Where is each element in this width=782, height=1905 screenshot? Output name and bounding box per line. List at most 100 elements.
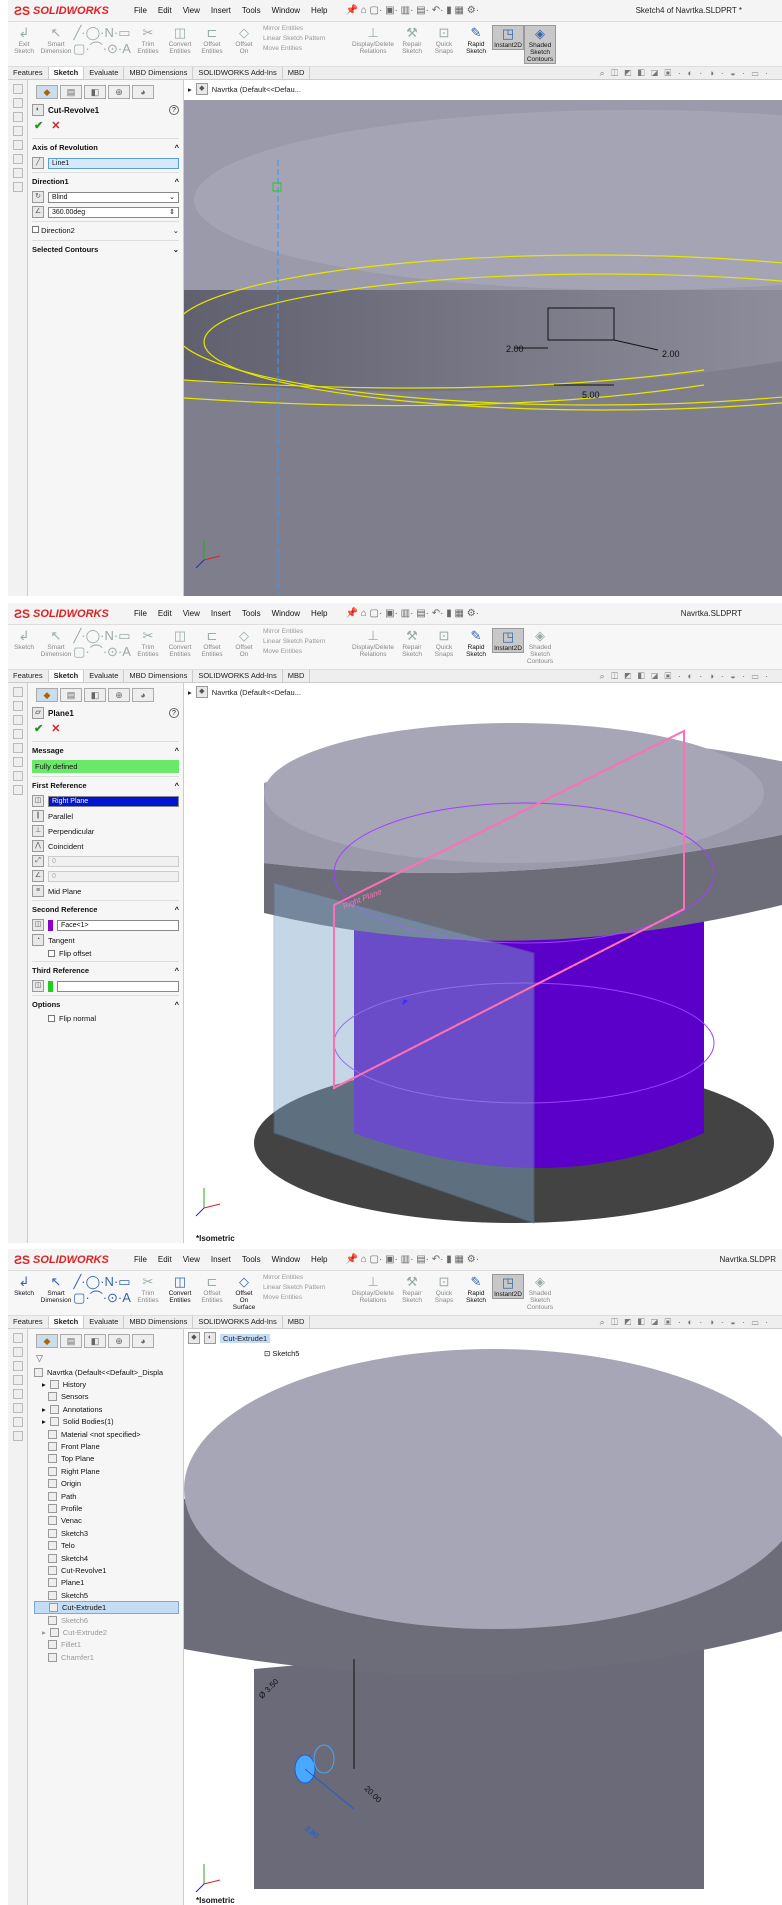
repair-sketch-button[interactable]: ⚒ Repair Sketch bbox=[396, 25, 428, 55]
tree-item-selected[interactable]: Cut-Extrude1 bbox=[34, 1601, 179, 1614]
mirror-entities-button[interactable]: Mirror Entities bbox=[263, 1274, 350, 1281]
offset-on-surface-button[interactable]: ◇ Offset On Surface bbox=[228, 1274, 260, 1311]
third-reference-header[interactable]: Third Reference ^ bbox=[32, 961, 179, 977]
rapid-sketch-button[interactable]: ✎ Rapid Sketch bbox=[460, 628, 492, 658]
tab-mbd-dimensions[interactable]: MBD Dimensions bbox=[124, 67, 194, 79]
tree-item[interactable]: Venac bbox=[34, 1515, 179, 1527]
tree-item[interactable]: ▸ Annotations bbox=[34, 1403, 179, 1415]
smart-dimension-button[interactable]: ↖ Smart Dimension bbox=[40, 628, 72, 658]
quick-access-toolbar[interactable]: 📌 ⌂ ▢· ▣· ▥· ▤· ↶· ▮ ▦ ⚙· bbox=[346, 5, 480, 16]
tab-addins[interactable]: SOLIDWORKS Add-Ins bbox=[193, 1316, 283, 1328]
third-reference-box[interactable] bbox=[57, 980, 179, 992]
graphics-area[interactable]: ◆ ◐ Cut-Extrude1 ⊡ Sketch5 Ø 3.50 20.00 3.… bbox=[184, 1329, 782, 1905]
move-entities-button[interactable]: Move Entities bbox=[263, 1294, 350, 1301]
dimxpert-tab-icon[interactable]: ⊕ bbox=[108, 1334, 130, 1348]
tab-mbd[interactable]: MBD bbox=[283, 1316, 311, 1328]
shaded-sketch-contours-button[interactable]: ◈ Shaded Sketch Contours bbox=[524, 628, 556, 665]
reverse-direction-icon[interactable]: ↻ bbox=[32, 191, 44, 203]
rapid-sketch-button[interactable]: ✎ Rapid Sketch bbox=[460, 25, 492, 55]
quick-snaps-button[interactable]: ⊡ Quick Snaps bbox=[428, 1274, 460, 1304]
tab-features[interactable]: Features bbox=[8, 1316, 49, 1328]
menu-help[interactable]: Help bbox=[311, 609, 327, 618]
heads-up-view-toolbar[interactable]: ⌕ ◫ ◩ ◧ ◪ ▣ · ◐ · ◑ · ◒ · ▭ · bbox=[600, 1317, 770, 1328]
second-reference-box[interactable]: Face<1> bbox=[57, 919, 179, 931]
sketch-entities-tools[interactable]: ╱·◯·Ν·▭ ▢·⌒·⊙·Α bbox=[72, 1274, 132, 1306]
tab-sketch[interactable]: Sketch bbox=[48, 670, 85, 682]
axis-selection-box[interactable]: Line1 bbox=[48, 157, 179, 169]
quick-snaps-button[interactable]: ⊡ Quick Snaps bbox=[428, 628, 460, 658]
tree-item[interactable]: Sketch3 bbox=[34, 1527, 179, 1539]
linear-pattern-button[interactable]: Linear Sketch Pattern bbox=[263, 1284, 350, 1291]
filter-icon[interactable]: ▽ bbox=[36, 1353, 179, 1364]
property-manager-tab-icon[interactable]: ▤ bbox=[60, 688, 82, 702]
flip-normal-checkbox[interactable] bbox=[48, 1015, 55, 1022]
sketch-button[interactable]: ↲ Sketch bbox=[8, 1274, 40, 1297]
configuration-manager-tab-icon[interactable]: ◧ bbox=[84, 688, 106, 702]
ok-button[interactable]: ✔ bbox=[34, 119, 43, 132]
instant2d-button[interactable]: ◳ Instant2D bbox=[492, 1274, 524, 1299]
trim-entities-button[interactable]: ✂ Trim Entities bbox=[132, 25, 164, 55]
tab-features[interactable]: Features bbox=[8, 670, 49, 682]
tab-addins[interactable]: SOLIDWORKS Add-Ins bbox=[193, 67, 283, 79]
menu-insert[interactable]: Insert bbox=[211, 609, 231, 618]
end-condition-select[interactable]: Blind ⌄ bbox=[48, 191, 179, 203]
tree-item[interactable]: Cut-Revolve1 bbox=[34, 1564, 179, 1576]
move-entities-button[interactable]: Move Entities bbox=[263, 45, 350, 52]
exit-sketch-button[interactable]: ↲ Exit Sketch bbox=[8, 25, 40, 55]
menu-help[interactable]: Help bbox=[311, 1255, 327, 1264]
menu-view[interactable]: View bbox=[183, 609, 200, 618]
dimension-label-bottom[interactable]: 5.00 bbox=[582, 390, 600, 400]
offset-entities-button[interactable]: ⊏ Offset Entities bbox=[196, 628, 228, 658]
cancel-button[interactable]: ✕ bbox=[51, 119, 60, 132]
direction2-section[interactable]: Direction2 ⌄ bbox=[32, 221, 179, 237]
message-section-header[interactable]: Message ^ bbox=[32, 741, 179, 757]
trim-entities-button[interactable]: ✂ Trim Entities bbox=[132, 1274, 164, 1304]
parallel-option[interactable]: ∥ Parallel bbox=[32, 810, 179, 822]
display-manager-tab-icon[interactable]: ◕ bbox=[132, 85, 154, 99]
dimension-label-left[interactable]: 2.00 bbox=[506, 344, 524, 354]
help-icon[interactable]: ? bbox=[169, 105, 179, 115]
trim-entities-button[interactable]: ✂ Trim Entities bbox=[132, 628, 164, 658]
coincident-option[interactable]: ⋀ Coincident bbox=[32, 840, 179, 852]
breadcrumb[interactable]: ▸ ◆ Navrtka (Default<<Defau... bbox=[188, 686, 301, 698]
tree-item[interactable]: Sensors bbox=[34, 1391, 179, 1403]
feature-manager-tab-icon[interactable]: ◆ bbox=[36, 85, 58, 99]
instant2d-button[interactable]: ◳ Instant2D bbox=[492, 25, 524, 50]
dimxpert-tab-icon[interactable]: ⊕ bbox=[108, 85, 130, 99]
tab-addins[interactable]: SOLIDWORKS Add-Ins bbox=[193, 670, 283, 682]
model-view[interactable]: Right Plane bbox=[184, 683, 782, 1243]
flip-offset-option[interactable]: Flip offset bbox=[32, 949, 179, 958]
dimension-label-right[interactable]: 2.00 bbox=[662, 349, 680, 359]
mirror-entities-button[interactable]: Mirror Entities bbox=[263, 25, 350, 32]
offset-entities-button[interactable]: ⊏ Offset Entities bbox=[196, 1274, 228, 1304]
tab-mbd-dimensions[interactable]: MBD Dimensions bbox=[124, 670, 194, 682]
quick-access-toolbar[interactable]: 📌 ⌂ ▢· ▣· ▥· ▤· ↶· ▮ ▦ ⚙· bbox=[346, 1254, 480, 1265]
tangent-option[interactable]: ◔ Tangent bbox=[32, 934, 179, 946]
convert-entities-button[interactable]: ◫ Convert Entities bbox=[164, 25, 196, 55]
heads-up-view-toolbar[interactable]: ⌕ ◫ ◩ ◧ ◪ ▣ · ◐ · ◑ · ◒ · ▭ · bbox=[600, 68, 770, 79]
display-delete-relations-button[interactable]: ⊥ Display/Delete Relations bbox=[350, 628, 396, 658]
flip-offset-checkbox[interactable] bbox=[48, 950, 55, 957]
menu-edit[interactable]: Edit bbox=[158, 609, 172, 618]
sketch-breadcrumb[interactable]: ⊡ Sketch5 bbox=[264, 1349, 299, 1358]
perpendicular-option[interactable]: ⊥ Perpendicular bbox=[32, 825, 179, 837]
menu-window[interactable]: Window bbox=[272, 1255, 300, 1264]
dimxpert-tab-icon[interactable]: ⊕ bbox=[108, 688, 130, 702]
tab-features[interactable]: Features bbox=[8, 67, 49, 79]
tree-item-suppressed[interactable]: Chamfer1 bbox=[34, 1651, 179, 1663]
tree-item[interactable]: Front Plane bbox=[34, 1440, 179, 1452]
property-manager-tab-icon[interactable]: ▤ bbox=[60, 1334, 82, 1348]
mid-plane-option[interactable]: ≡ Mid Plane bbox=[32, 885, 179, 897]
display-manager-tab-icon[interactable]: ◕ bbox=[132, 1334, 154, 1348]
menu-view[interactable]: View bbox=[183, 1255, 200, 1264]
display-delete-relations-button[interactable]: ⊥ Display/Delete Relations bbox=[350, 25, 396, 55]
shaded-sketch-contours-button[interactable]: ◈ Shaded Sketch Contours bbox=[524, 1274, 556, 1311]
instant2d-button[interactable]: ◳ Instant2D bbox=[492, 628, 524, 653]
graphics-area[interactable]: ▸◆Navrtka (Default<<Defau... 2.00 2.00 bbox=[184, 80, 782, 596]
tree-item[interactable]: ▸ History bbox=[34, 1378, 179, 1390]
configuration-manager-tab-icon[interactable]: ◧ bbox=[84, 1334, 106, 1348]
shaded-sketch-contours-button[interactable]: ◈ Shaded Sketch Contours bbox=[524, 25, 556, 64]
menu-window[interactable]: Window bbox=[272, 609, 300, 618]
heads-up-view-toolbar[interactable]: ⌕ ◫ ◩ ◧ ◪ ▣ · ◐ · ◑ · ◒ · ▭ · bbox=[600, 671, 770, 682]
angle-icon[interactable]: ∠ bbox=[32, 870, 44, 882]
